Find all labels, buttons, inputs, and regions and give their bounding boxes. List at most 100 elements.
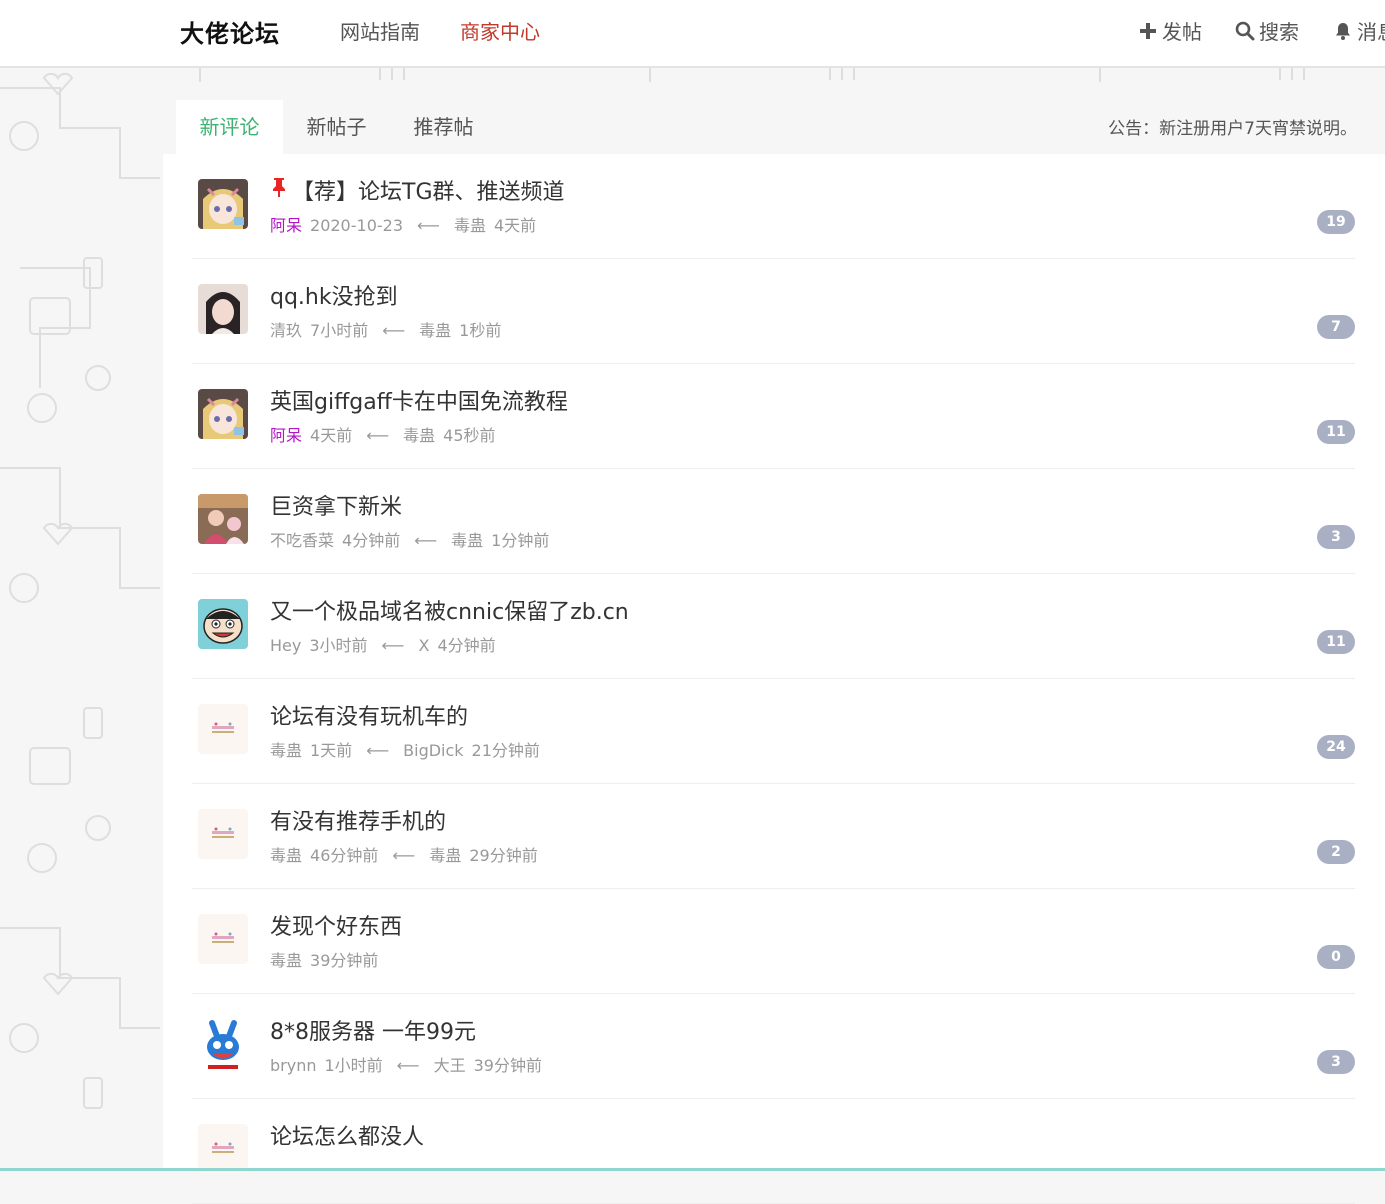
last-replier[interactable]: 毒蛊	[403, 426, 435, 445]
post-row[interactable]: 巨资拿下新米 不吃香菜 4分钟前 ⟵ 毒蛊 1分钟前 3	[192, 469, 1355, 574]
post-row[interactable]: 【荐】论坛TG群、推送频道阿呆 2020-10-23 ⟵ 毒蛊 4天前 19	[192, 154, 1355, 259]
post-title-link[interactable]: 8*8服务器 一年99元	[270, 1014, 476, 1046]
reply-count-badge: 3	[1317, 1050, 1355, 1074]
post-row[interactable]: 论坛怎么都没人	[192, 1099, 1355, 1204]
announcement-notice[interactable]: 公告：新注册用户7天宵禁说明。	[1108, 114, 1357, 139]
tab-recommended[interactable]: 推荐帖	[390, 100, 497, 154]
post-row[interactable]: 论坛有没有玩机车的 毒蛊 1天前 ⟵ BigDick 21分钟前 24	[192, 679, 1355, 784]
post-title-link[interactable]: 论坛怎么都没人	[270, 1119, 424, 1151]
post-list: 【荐】论坛TG群、推送频道阿呆 2020-10-23 ⟵ 毒蛊 4天前 19 qq.hk没抢…	[163, 154, 1385, 1204]
post-title-text: 又一个极品域名被cnnic保留了zb.cn	[270, 600, 629, 625]
last-reply-time: 1分钟前	[491, 531, 550, 550]
post-author[interactable]: 毒蛊	[270, 951, 302, 970]
post-meta: 毒蛊 39分钟前	[270, 947, 386, 971]
nav-link-site-guide[interactable]: 网站指南	[340, 16, 420, 45]
post-title-text: 论坛怎么都没人	[270, 1125, 425, 1150]
post-time: 4分钟前	[342, 531, 401, 550]
post-title-link[interactable]: 有没有推荐手机的	[270, 804, 446, 836]
main-content: 新评论 新帖子 推荐帖 公告：新注册用户7天宵禁说明。 【荐】论坛TG群、推送频…	[163, 80, 1385, 1204]
post-title-link[interactable]: qq.hk没抢到	[270, 279, 398, 311]
post-title-link[interactable]: 发现个好东西	[270, 909, 402, 941]
user-avatar[interactable]	[198, 1019, 248, 1069]
post-meta: 不吃香菜 4分钟前 ⟵ 毒蛊 1分钟前	[270, 527, 557, 551]
post-title-link[interactable]: 英国giffgaff卡在中国免流教程	[270, 384, 568, 416]
nav-link-merchant-center[interactable]: 商家中心	[460, 16, 540, 45]
post-author[interactable]: 毒蛊	[270, 846, 302, 865]
last-reply-time: 21分钟前	[471, 741, 540, 760]
pin-icon	[270, 177, 288, 203]
last-replier[interactable]: 毒蛊	[451, 531, 483, 550]
post-author[interactable]: 毒蛊	[270, 741, 302, 760]
reply-count-badge: 19	[1317, 210, 1355, 234]
post-author[interactable]: 阿呆	[270, 426, 302, 445]
new-post-label: 发帖	[1162, 20, 1202, 44]
post-meta: 毒蛊 1天前 ⟵ BigDick 21分钟前	[270, 737, 548, 761]
reply-count-badge: 0	[1317, 945, 1355, 969]
tab-new-comments[interactable]: 新评论	[176, 100, 283, 154]
user-avatar[interactable]	[198, 179, 248, 229]
reply-arrow-icon: ⟵	[417, 216, 440, 235]
post-title-link[interactable]: 又一个极品域名被cnnic保留了zb.cn	[270, 594, 629, 626]
user-avatar[interactable]	[198, 494, 248, 544]
user-avatar[interactable]	[198, 599, 248, 649]
reply-count-badge: 3	[1317, 525, 1355, 549]
post-row[interactable]: 8*8服务器 一年99元 brynn 1小时前 ⟵ 大王 39分钟前 3	[192, 994, 1355, 1099]
post-row[interactable]: 又一个极品域名被cnnic保留了zb.cn Hey 3小时前 ⟵ X 4分钟前 11	[192, 574, 1355, 679]
search-icon	[1235, 21, 1255, 40]
user-avatar[interactable]	[198, 389, 248, 439]
last-replier[interactable]: 毒蛊	[429, 846, 461, 865]
reply-count-badge: 11	[1317, 420, 1355, 444]
post-meta: 清玖 7小时前 ⟵ 毒蛊 1秒前	[270, 317, 509, 341]
post-title-link[interactable]: 【荐】论坛TG群、推送频道	[270, 174, 565, 206]
post-row[interactable]: 英国giffgaff卡在中国免流教程 阿呆 4天前 ⟵ 毒蛊 45秒前 11	[192, 364, 1355, 469]
post-author[interactable]: 阿呆	[270, 216, 302, 235]
post-title-text: 论坛有没有玩机车的	[270, 705, 469, 730]
user-avatar[interactable]	[198, 704, 248, 754]
tab-new-posts[interactable]: 新帖子	[283, 100, 390, 154]
reply-count-badge: 2	[1317, 840, 1355, 864]
post-row[interactable]: qq.hk没抢到 清玖 7小时前 ⟵ 毒蛊 1秒前 7	[192, 259, 1355, 364]
user-avatar[interactable]	[198, 284, 248, 334]
user-avatar[interactable]	[198, 1124, 248, 1174]
post-title-text: 巨资拿下新米	[270, 495, 403, 520]
reply-count-badge: 11	[1317, 630, 1355, 654]
post-author[interactable]: Hey	[270, 636, 301, 655]
site-logo[interactable]: 大佬论坛	[180, 14, 280, 49]
post-row[interactable]: 发现个好东西毒蛊 39分钟前 0	[192, 889, 1355, 994]
last-replier[interactable]: X	[418, 636, 429, 655]
last-replier[interactable]: BigDick	[403, 741, 463, 760]
post-title-link[interactable]: 论坛有没有玩机车的	[270, 699, 468, 731]
user-avatar[interactable]	[198, 914, 248, 964]
post-author[interactable]: 不吃香菜	[270, 531, 334, 550]
post-author[interactable]: 清玖	[270, 321, 302, 340]
last-reply-time: 1秒前	[459, 321, 502, 340]
messages-button[interactable]: 消息	[1333, 16, 1385, 45]
last-reply-time: 4天前	[493, 216, 537, 235]
search-label: 搜索	[1259, 20, 1299, 44]
user-avatar[interactable]	[198, 809, 248, 859]
messages-label: 消息	[1357, 20, 1385, 44]
post-title-link[interactable]: 巨资拿下新米	[270, 489, 402, 521]
last-replier[interactable]: 大王	[434, 1056, 466, 1075]
new-post-button[interactable]: 发帖	[1138, 16, 1202, 45]
reply-arrow-icon: ⟵	[382, 321, 406, 340]
post-time: 2020-10-23	[310, 216, 403, 235]
post-time: 1天前	[310, 741, 353, 760]
reply-arrow-icon: ⟵	[366, 426, 390, 445]
last-replier[interactable]: 毒蛊	[419, 321, 451, 340]
post-time: 46分钟前	[310, 846, 379, 865]
plus-icon	[1140, 22, 1156, 39]
post-time: 1小时前	[324, 1056, 383, 1075]
post-time: 4天前	[310, 426, 353, 445]
post-author[interactable]: brynn	[270, 1056, 316, 1075]
post-time: 3小时前	[309, 636, 368, 655]
reply-count-badge: 7	[1317, 315, 1355, 339]
reply-count-badge: 24	[1317, 735, 1355, 759]
post-time: 39分钟前	[310, 951, 379, 970]
last-reply-time: 4分钟前	[437, 636, 496, 655]
post-row[interactable]: 有没有推荐手机的 毒蛊 46分钟前 ⟵ 毒蛊 29分钟前 2	[192, 784, 1355, 889]
post-meta: Hey 3小时前 ⟵ X 4分钟前	[270, 632, 504, 656]
search-button[interactable]: 搜索	[1235, 16, 1299, 45]
last-replier[interactable]: 毒蛊	[454, 216, 486, 235]
tab-bar: 新评论 新帖子 推荐帖 公告：新注册用户7天宵禁说明。	[176, 100, 1385, 154]
